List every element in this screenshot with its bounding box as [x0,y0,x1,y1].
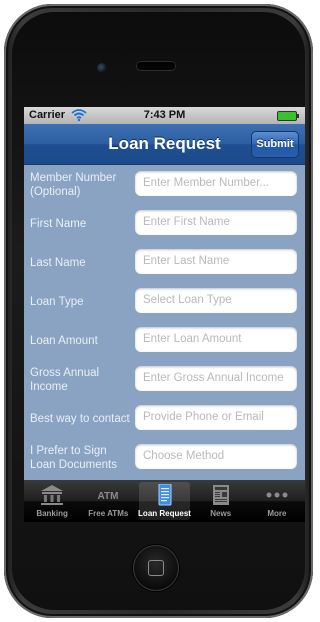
loan-type-label: Loan Type [30,295,84,308]
tab-loan-request-label: Loan Request [138,509,191,518]
form-row-loan-type: Loan Type Select Loan Type [24,282,305,321]
tab-free-atms[interactable]: ATM Free ATMs [80,480,136,522]
loan-amount-input[interactable]: Enter Loan Amount [135,327,297,352]
tab-news[interactable]: News [193,480,249,522]
tab-banking[interactable]: Banking [24,480,80,522]
form-row-gross-income: Gross Annual Income Enter Gross Annual I… [24,360,305,399]
gross-income-input[interactable]: Enter Gross Annual Income [135,366,297,391]
sign-method-label: I Prefer to Sign Loan Documents [30,444,117,471]
first-name-label: First Name [30,217,87,230]
loan-request-form: Member Number (Optional) Enter Member Nu… [24,165,305,477]
form-row-sign-method: I Prefer to Sign Loan Documents Choose M… [24,438,305,477]
navigation-bar: Loan Request Submit [24,124,305,165]
tab-bar: Banking ATM Free ATMs Loan Request News … [24,480,305,522]
bank-icon [41,485,64,505]
gross-income-label: Gross Annual Income [30,366,100,393]
member-number-label: Member Number (Optional) [30,171,117,198]
atm-icon-text: ATM [98,491,119,502]
form-row-contact: Best way to contact Provide Phone or Ema… [24,399,305,438]
status-bar: Carrier 7:43 PM [24,107,305,124]
sign-method-select[interactable]: Choose Method [135,444,297,469]
tab-more[interactable]: More [249,480,305,522]
member-number-input[interactable]: Enter Member Number... [135,171,297,196]
document-icon [158,484,171,506]
home-button[interactable] [133,545,179,591]
clock-time: 7:43 PM [143,109,186,121]
first-name-input[interactable]: Enter First Name [135,210,297,235]
form-row-last-name: Last Name Enter Last Name [24,243,305,282]
form-row-first-name: First Name Enter First Name [24,204,305,243]
submit-button[interactable]: Submit [251,131,299,158]
last-name-label: Last Name [30,256,86,269]
contact-method-label: Best way to contact [30,412,130,425]
tab-free-atms-label: Free ATMs [88,509,129,518]
last-name-input[interactable]: Enter Last Name [135,249,297,274]
earpiece-speaker [137,62,175,70]
tab-news-label: News [210,509,232,518]
battery-icon [277,111,299,121]
tab-more-label: More [267,509,287,518]
newspaper-icon [212,485,229,505]
tab-loan-request[interactable]: Loan Request [136,480,192,522]
loan-amount-label: Loan Amount [30,334,98,347]
contact-input[interactable]: Provide Phone or Email [135,405,297,430]
form-row-loan-amount: Loan Amount Enter Loan Amount [24,321,305,360]
loan-type-select[interactable]: Select Loan Type [135,288,297,313]
app-screen: Carrier 7:43 PM Loan Request Submit Memb… [24,107,305,522]
atm-icon: ATM [98,491,119,502]
front-camera [97,63,107,73]
more-dots-icon [266,492,288,498]
home-square-icon [148,560,164,576]
tab-banking-label: Banking [36,509,68,518]
form-row-member-number: Member Number (Optional) Enter Member Nu… [24,165,305,204]
